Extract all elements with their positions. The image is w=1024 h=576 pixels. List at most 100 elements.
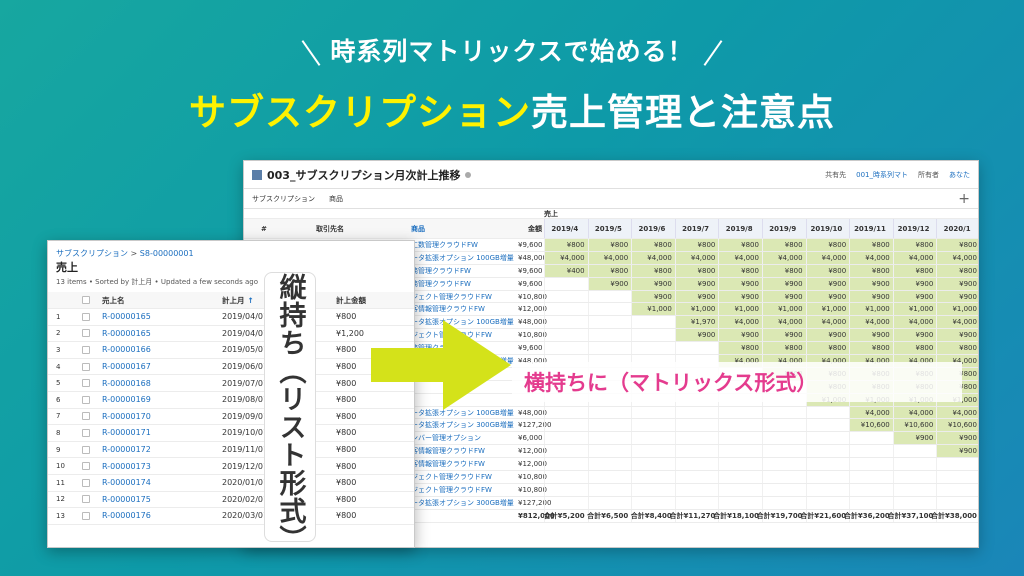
row-checkbox[interactable] bbox=[74, 345, 98, 354]
product-name[interactable]: ジェクト管理クラウドFW bbox=[408, 485, 518, 495]
product-name[interactable]: 客情報管理クラウドFW bbox=[408, 446, 518, 456]
matrix-col-header[interactable]: 商品 bbox=[408, 224, 518, 234]
checkbox-icon[interactable] bbox=[82, 329, 90, 338]
product-name[interactable]: 客情報管理クラウドFW bbox=[408, 459, 518, 469]
row-checkbox[interactable] bbox=[74, 412, 98, 421]
product-name[interactable]: ジェクト管理クラウドFW bbox=[408, 292, 518, 302]
product-name[interactable]: ジェクト管理クラウドFW bbox=[408, 472, 518, 482]
product-name[interactable]: ータ拡張オプション 300GB増量 bbox=[408, 498, 518, 508]
record-amount: ¥800 bbox=[336, 461, 357, 471]
month-header[interactable]: 2019/4 bbox=[544, 219, 588, 238]
month-header[interactable]: 2019/7 bbox=[674, 219, 719, 238]
checkbox-icon[interactable] bbox=[82, 296, 90, 304]
product-name[interactable]: 工数管理クラウドFW bbox=[408, 240, 518, 250]
tab-subscription[interactable]: サブスクリプション bbox=[252, 194, 315, 204]
breadcrumb-parent[interactable]: サブスクリプション bbox=[56, 249, 128, 258]
record-link[interactable]: R-00000169 bbox=[98, 395, 218, 404]
matrix-col-header[interactable]: 取引先名 bbox=[313, 224, 408, 234]
checkbox-icon[interactable] bbox=[82, 462, 90, 471]
month-value-cell bbox=[805, 419, 850, 432]
header-name[interactable]: 売上名 bbox=[98, 295, 218, 306]
row-checkbox[interactable] bbox=[74, 329, 98, 338]
row-checkbox[interactable] bbox=[74, 511, 98, 520]
month-value-cell: ¥800 bbox=[936, 342, 978, 355]
amount-cell: ¥127,200 bbox=[518, 421, 552, 430]
checkbox-icon[interactable] bbox=[82, 495, 90, 504]
month-value-cell: ¥800 bbox=[849, 264, 893, 277]
list-row: 2 R-00000165 2019/04/01 ¥1,200 bbox=[48, 326, 414, 343]
row-checkbox[interactable] bbox=[74, 478, 98, 487]
matrix-col-header[interactable]: 金額 bbox=[518, 224, 544, 234]
row-checkbox[interactable] bbox=[74, 495, 98, 504]
month-header[interactable]: 2019/9 bbox=[761, 219, 806, 238]
record-link[interactable]: R-00000165 bbox=[98, 312, 218, 321]
month-value-cell: ¥1,000 bbox=[805, 303, 850, 316]
month-value-cell: ¥900 bbox=[674, 329, 719, 342]
record-link[interactable]: R-00000174 bbox=[98, 478, 218, 487]
tab-product[interactable]: 商品 bbox=[329, 194, 343, 204]
checkbox-icon[interactable] bbox=[82, 478, 90, 487]
row-checkbox[interactable] bbox=[74, 362, 98, 371]
month-header[interactable]: 2019/6 bbox=[631, 219, 675, 238]
month-value-cell: ¥4,000 bbox=[892, 251, 937, 264]
month-header[interactable]: 2019/10 bbox=[805, 219, 850, 238]
record-link[interactable]: R-00000166 bbox=[98, 345, 218, 354]
month-value-cell: ¥900 bbox=[674, 290, 719, 303]
product-name[interactable]: 務管理クラウドFW bbox=[408, 279, 518, 289]
checkbox-icon[interactable] bbox=[82, 412, 90, 421]
record-link[interactable]: R-00000170 bbox=[98, 412, 218, 421]
record-link[interactable]: R-00000172 bbox=[98, 445, 218, 454]
record-link[interactable]: R-00000167 bbox=[98, 362, 218, 371]
month-header[interactable]: 2019/8 bbox=[718, 219, 762, 238]
breadcrumb-id[interactable]: S8-00000001 bbox=[140, 249, 194, 258]
list-row: 8 R-00000171 2019/10/01 ¥800 bbox=[48, 425, 414, 442]
owner-link[interactable]: あなた bbox=[949, 170, 970, 180]
product-name[interactable]: 客情報管理クラウドFW bbox=[408, 304, 518, 314]
record-link[interactable]: R-00000168 bbox=[98, 379, 218, 388]
month-value-cell bbox=[631, 432, 675, 445]
month-header[interactable]: 2019/5 bbox=[587, 219, 632, 238]
row-checkbox[interactable] bbox=[74, 395, 98, 404]
month-value-cell bbox=[631, 419, 675, 432]
row-checkbox[interactable] bbox=[74, 428, 98, 437]
header-checkbox[interactable] bbox=[74, 296, 98, 304]
month-value-cell: ¥1,000 bbox=[892, 303, 937, 316]
product-name[interactable]: ータ拡張オプション 300GB増量 bbox=[408, 420, 518, 430]
month-value-cell bbox=[849, 471, 893, 483]
checkbox-icon[interactable] bbox=[82, 379, 90, 388]
row-checkbox[interactable] bbox=[74, 445, 98, 454]
header-amount[interactable]: 計上金額 bbox=[326, 295, 406, 306]
product-name[interactable]: ンバー管理オプション bbox=[408, 433, 518, 443]
month-value-cell: ¥800 bbox=[936, 264, 978, 277]
checkbox-icon[interactable] bbox=[82, 395, 90, 404]
checkbox-icon[interactable] bbox=[82, 362, 90, 371]
row-checkbox[interactable] bbox=[74, 379, 98, 388]
row-checkbox[interactable] bbox=[74, 312, 98, 321]
total-value: ¥11,270 bbox=[683, 511, 716, 520]
month-header[interactable]: 2019/11 bbox=[849, 219, 893, 238]
product-name[interactable]: ータ拡張オプション 100GB増量 bbox=[408, 253, 518, 263]
checkbox-icon[interactable] bbox=[82, 428, 90, 437]
row-number: 10 bbox=[56, 462, 65, 471]
row-checkbox[interactable] bbox=[74, 462, 98, 471]
matrix-tabs: サブスクリプション 商品 + bbox=[244, 189, 978, 209]
info-icon[interactable] bbox=[465, 171, 472, 178]
shared-link[interactable]: 001_時系列マト bbox=[856, 170, 908, 180]
checkbox-icon[interactable] bbox=[82, 511, 90, 520]
product-name[interactable]: 務管理クラウドFW bbox=[408, 266, 518, 276]
matrix-format-label: 横持ちに（マトリックス形式） bbox=[512, 362, 962, 402]
month-value-cell: ¥1,000 bbox=[718, 303, 762, 316]
add-icon[interactable]: + bbox=[958, 191, 970, 207]
record-link[interactable]: R-00000175 bbox=[98, 495, 218, 504]
checkbox-icon[interactable] bbox=[82, 445, 90, 454]
checkbox-icon[interactable] bbox=[82, 312, 90, 321]
record-link[interactable]: R-00000176 bbox=[98, 511, 218, 520]
checkbox-icon[interactable] bbox=[82, 345, 90, 354]
matrix-col-header[interactable]: # bbox=[258, 225, 313, 233]
month-value-cell: ¥900 bbox=[936, 290, 978, 303]
record-link[interactable]: R-00000173 bbox=[98, 462, 218, 471]
month-header[interactable]: 2019/12 bbox=[892, 219, 937, 238]
month-header[interactable]: 2020/1 bbox=[936, 219, 978, 238]
record-link[interactable]: R-00000165 bbox=[98, 329, 218, 338]
record-link[interactable]: R-00000171 bbox=[98, 428, 218, 437]
